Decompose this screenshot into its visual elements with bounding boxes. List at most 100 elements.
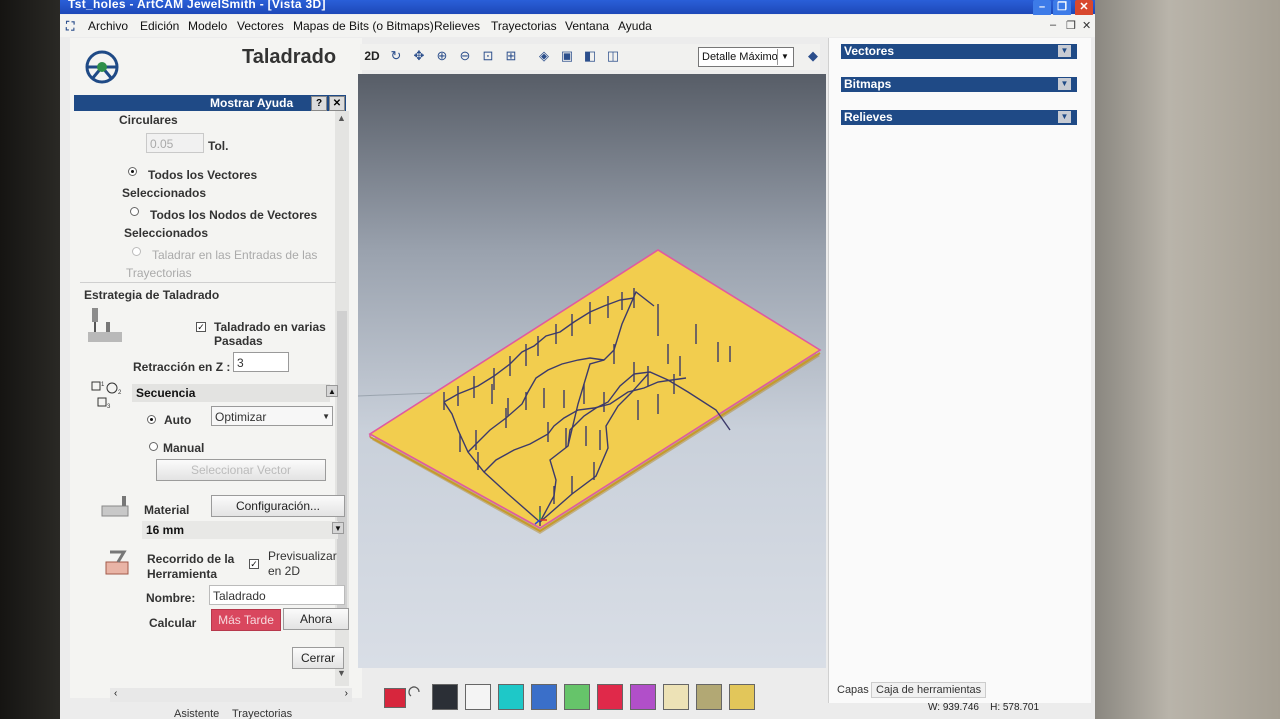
zoom-fit-icon[interactable]: ⊞: [503, 48, 519, 64]
view-2d-button[interactable]: 2D: [362, 48, 382, 64]
palette-swatch-8[interactable]: [630, 684, 656, 710]
app-menu-icon[interactable]: ⛶: [66, 19, 74, 34]
zoom-box-icon[interactable]: ⊡: [480, 48, 496, 64]
toolpath-name-input[interactable]: Taladrado: [209, 585, 345, 605]
menu-edicion[interactable]: Edición: [140, 19, 179, 33]
menu-vectores[interactable]: Vectores: [237, 19, 284, 33]
mdi-minimize-button[interactable]: –: [1050, 19, 1056, 31]
minimize-button[interactable]: –: [1033, 0, 1051, 16]
tab-trayectorias[interactable]: Trayectorias: [232, 708, 292, 719]
calculate-later-button[interactable]: Más Tarde: [211, 609, 281, 631]
menu-bar: ⛶ Archivo Edición Modelo Vectores Mapas …: [60, 15, 1095, 37]
zoom-in-icon[interactable]: ⊕: [434, 48, 450, 64]
palette-swatch-4[interactable]: [498, 684, 524, 710]
preview-2d-label: Previsualizar en 2D: [268, 549, 337, 578]
tab-caja-de-herramientas[interactable]: Caja de herramientas: [871, 682, 987, 698]
retraction-label: Retracción en Z :: [133, 360, 231, 374]
project-panel: Vectores ▼ Bitmaps ▼ Relieves ▼ Capas Ca…: [828, 38, 1091, 703]
bitmaps-bar-label: Bitmaps: [844, 77, 892, 91]
drilling-panel: Taladrado Mostrar Ayuda ? ✕ ▲ ▼ Circular…: [70, 38, 362, 698]
status-height: H: 578.701: [990, 702, 1040, 713]
material-thickness-display: 16 mm: [142, 521, 338, 539]
palette-swatch-11[interactable]: [729, 684, 755, 710]
chevron-down-icon[interactable]: ▼: [1058, 111, 1071, 123]
multi-pass-checkbox[interactable]: ✓: [196, 322, 206, 332]
top-view-icon[interactable]: ◫: [605, 48, 621, 64]
panel-title: Taladrado: [242, 46, 337, 68]
palette-swatch-7[interactable]: [597, 684, 623, 710]
retraction-input[interactable]: 3: [233, 352, 289, 372]
menu-mapas-de-bits[interactable]: Mapas de Bits (o Bitmaps): [293, 19, 434, 33]
menu-trayectorias[interactable]: Trayectorias: [491, 19, 557, 33]
menu-relieves[interactable]: Relieves: [434, 19, 480, 33]
rotate-icon[interactable]: ↻: [388, 48, 404, 64]
radio-manual[interactable]: [149, 442, 158, 451]
help-question-button[interactable]: ?: [311, 96, 327, 111]
panel-horizontal-scrollbar[interactable]: ‹ ›: [110, 688, 352, 702]
palette-swatch-10[interactable]: [696, 684, 722, 710]
sequence-collapse-button[interactable]: ▲: [326, 385, 338, 397]
vectors-bar[interactable]: Vectores ▼: [841, 44, 1077, 59]
multi-pass-label: Taladrado en varias Pasadas: [214, 320, 326, 348]
close-button[interactable]: ✕: [1075, 0, 1093, 16]
palette-swatch-1[interactable]: [384, 688, 406, 708]
shade-icon[interactable]: ◆: [805, 48, 821, 64]
palette-swatch-9[interactable]: [663, 684, 689, 710]
select-vector-button[interactable]: Seleccionar Vector: [156, 459, 326, 481]
front-view-icon[interactable]: ▣: [559, 48, 575, 64]
tab-asistente[interactable]: Asistente: [174, 708, 219, 719]
detail-level-value: Detalle Máximo: [702, 51, 778, 63]
palette-swatch-6[interactable]: [564, 684, 590, 710]
chevron-down-icon: ▼: [322, 412, 330, 421]
palette-swatch-5[interactable]: [531, 684, 557, 710]
sequence-title: Secuencia: [136, 386, 196, 400]
menu-modelo[interactable]: Modelo: [188, 19, 227, 33]
radio-auto[interactable]: [147, 415, 156, 424]
3d-viewport[interactable]: [357, 74, 826, 668]
restore-button[interactable]: ❐: [1053, 0, 1071, 16]
mdi-restore-button[interactable]: ❐: [1066, 19, 1076, 32]
swap-colors-icon[interactable]: [408, 686, 422, 700]
mdi-close-button[interactable]: ✕: [1082, 19, 1091, 32]
detail-level-select[interactable]: Detalle Máximo ▼: [698, 47, 794, 67]
strategy-title: Estrategia de Taladrado: [84, 288, 220, 302]
toolpath-label: Recorrido de la Herramienta: [147, 552, 235, 581]
menu-ayuda[interactable]: Ayuda: [618, 19, 652, 33]
svg-text:1: 1: [101, 382, 105, 388]
zoom-out-icon[interactable]: ⊖: [457, 48, 473, 64]
chevron-down-icon[interactable]: ▼: [1058, 78, 1071, 90]
monitor-bezel-right: [1095, 0, 1280, 719]
iso-view-icon[interactable]: ◈: [536, 48, 552, 64]
name-label: Nombre:: [146, 591, 196, 605]
vectors-bar-label: Vectores: [844, 44, 895, 58]
bitmaps-bar[interactable]: Bitmaps ▼: [841, 77, 1077, 92]
3d-model-view: [357, 249, 822, 534]
side-view-icon[interactable]: ◧: [582, 48, 598, 64]
material-board[interactable]: [368, 249, 822, 529]
sequence-method-select[interactable]: Optimizar ▼: [211, 406, 333, 426]
palette-swatch-2[interactable]: [432, 684, 458, 710]
separator: [80, 282, 336, 283]
configuration-button[interactable]: Configuración...: [211, 495, 345, 517]
help-bar[interactable]: Mostrar Ayuda ? ✕: [74, 95, 346, 111]
palette-swatch-3[interactable]: [465, 684, 491, 710]
close-panel-button[interactable]: Cerrar: [292, 647, 344, 669]
status-bar: W: 939.746 H: 578.701: [928, 702, 1039, 713]
tolerance-input[interactable]: 0.05: [146, 133, 204, 153]
drill-tool-icon: [85, 50, 119, 84]
material-collapse-button[interactable]: ▼: [332, 522, 344, 534]
material-thickness-value: 16 mm: [146, 523, 185, 537]
reliefs-bar[interactable]: Relieves ▼: [841, 110, 1077, 125]
menu-archivo[interactable]: Archivo: [88, 19, 128, 33]
pan-icon[interactable]: ✥: [411, 48, 427, 64]
tab-capas[interactable]: Capas: [837, 684, 869, 696]
chevron-down-icon[interactable]: ▼: [1058, 45, 1071, 57]
calculate-now-button[interactable]: Ahora: [283, 608, 349, 630]
sequence-section-header[interactable]: Secuencia: [132, 384, 330, 402]
svg-text:2: 2: [118, 390, 122, 396]
menu-ventana[interactable]: Ventana: [565, 19, 609, 33]
scroll-left-icon[interactable]: ‹: [114, 688, 117, 699]
help-close-button[interactable]: ✕: [329, 96, 345, 111]
preview-2d-checkbox[interactable]: ✓: [249, 559, 259, 569]
scroll-right-icon[interactable]: ›: [345, 688, 348, 699]
